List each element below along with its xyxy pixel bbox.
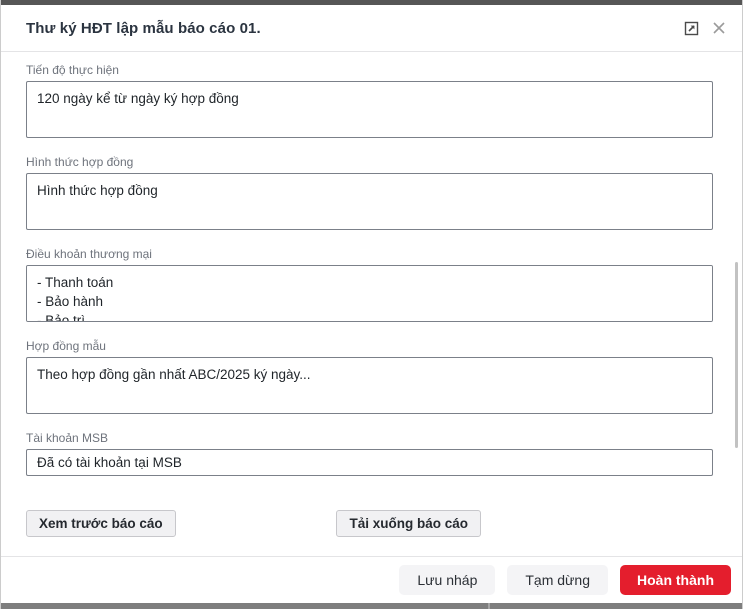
- download-report-button[interactable]: Tải xuống báo cáo: [336, 510, 481, 537]
- preview-report-button[interactable]: Xem trước báo cáo: [26, 510, 176, 537]
- modal-title: Thư ký HĐT lập mẫu báo cáo 01.: [26, 20, 682, 37]
- complete-button[interactable]: Hoàn thành: [620, 565, 731, 595]
- field-contract-template: Hợp đồng mẫu Theo hợp đồng gần nhất ABC/…: [26, 339, 713, 414]
- field-commercial-terms: Điều khoản thương mại - Thanh toán - Bảo…: [26, 247, 713, 322]
- modal-footer: Lưu nháp Tạm dừng Hoàn thành: [1, 556, 742, 603]
- pause-button[interactable]: Tạm dừng: [507, 565, 608, 595]
- close-icon-glyph: [712, 21, 726, 35]
- save-draft-button[interactable]: Lưu nháp: [399, 565, 495, 595]
- field-contract-template-label: Hợp đồng mẫu: [26, 339, 713, 353]
- field-msb-account-label: Tài khoản MSB: [26, 431, 713, 445]
- report-actions-row: Xem trước báo cáo Tải xuống báo cáo: [26, 510, 713, 537]
- field-progress-textarea[interactable]: 120 ngày kể từ ngày ký hợp đồng: [26, 81, 713, 138]
- field-contract-template-textarea[interactable]: Theo hợp đồng gần nhất ABC/2025 ký ngày.…: [26, 357, 713, 414]
- expand-icon-glyph: [684, 21, 699, 36]
- modal-body: Tiến độ thực hiện 120 ngày kể từ ngày ký…: [1, 52, 742, 556]
- bottom-scrollbar-notch: [488, 603, 490, 609]
- field-commercial-terms-textarea[interactable]: - Thanh toán - Bảo hành - Bảo trì: [26, 265, 713, 322]
- field-contract-form: Hình thức hợp đồng Hình thức hợp đồng: [26, 155, 713, 230]
- field-contract-form-label: Hình thức hợp đồng: [26, 155, 713, 169]
- field-progress-label: Tiến độ thực hiện: [26, 63, 713, 77]
- field-contract-form-textarea[interactable]: Hình thức hợp đồng: [26, 173, 713, 230]
- expand-icon[interactable]: [682, 19, 700, 37]
- report-modal: Thư ký HĐT lập mẫu báo cáo 01. Tiến độ t…: [0, 0, 743, 609]
- header-actions: [682, 19, 728, 37]
- vertical-scrollbar-thumb[interactable]: [735, 262, 738, 448]
- field-commercial-terms-label: Điều khoản thương mại: [26, 247, 713, 261]
- field-msb-account: Tài khoản MSB: [26, 431, 713, 476]
- modal-header: Thư ký HĐT lập mẫu báo cáo 01.: [1, 5, 742, 52]
- close-icon[interactable]: [710, 19, 728, 37]
- field-msb-account-input[interactable]: [26, 449, 713, 476]
- field-progress: Tiến độ thực hiện 120 ngày kể từ ngày ký…: [26, 63, 713, 138]
- page-bottom-edge: [1, 603, 742, 609]
